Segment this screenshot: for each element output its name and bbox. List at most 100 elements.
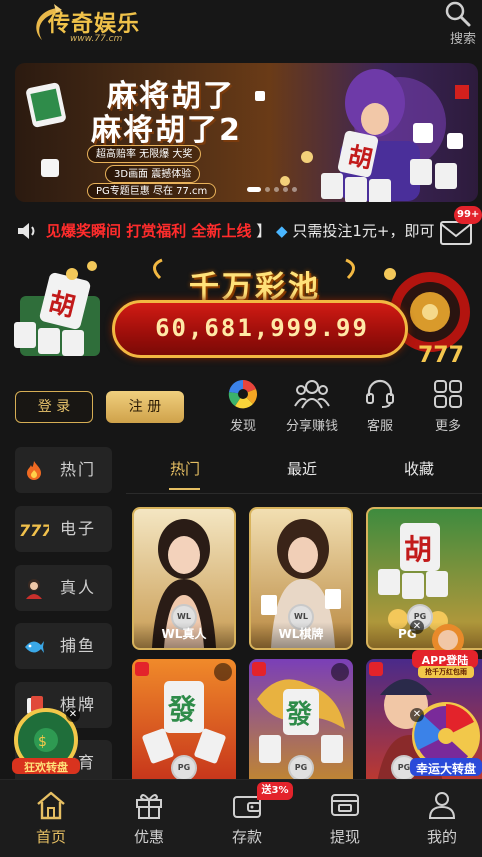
sidebar-item-label: 真人 xyxy=(60,578,97,597)
nav-label: 存款 xyxy=(231,828,262,846)
slot-777-icon: 777 xyxy=(19,521,49,540)
announcement-bracket: 】 xyxy=(256,222,272,240)
jackpot-title: 千万彩池 xyxy=(189,270,321,305)
tab-recent[interactable]: 最近 xyxy=(277,450,327,490)
svg-text:777: 777 xyxy=(19,521,49,540)
game-card[interactable]: 發 PG xyxy=(132,659,236,789)
search-label[interactable]: 搜索 xyxy=(450,28,476,47)
tab-hot[interactable]: 热门 xyxy=(160,450,210,490)
fish-icon xyxy=(25,641,44,653)
withdraw-icon xyxy=(331,794,359,816)
nav-home[interactable]: 首页 xyxy=(16,790,86,850)
deposit-bonus-badge: 送3% xyxy=(257,782,293,800)
mail-badge: 99+ xyxy=(454,206,482,224)
banner-art: 胡 xyxy=(26,69,469,202)
carnival-wheel-widget[interactable]: $ 狂欢转盘 ✕ xyxy=(10,706,82,778)
headset-icon xyxy=(366,379,394,408)
logo-url: www.77.cm xyxy=(70,34,123,44)
quick-link-label: 更多 xyxy=(434,419,461,434)
quick-link-label: 分享赚钱 xyxy=(285,419,338,434)
announcement-body: 只需投注1元+，即可 xyxy=(292,222,435,240)
close-icon[interactable]: ✕ xyxy=(410,620,424,634)
lucky-wheel-widget[interactable]: 幸运大转盘 ✕ xyxy=(408,700,482,778)
lucky-wheel-label: 幸运大转盘 xyxy=(415,762,476,776)
speaker-icon xyxy=(18,223,35,239)
bottom-nav: 首页 优惠 存款 提现 我的 xyxy=(0,779,482,857)
jackpot-value: 60,681,999.99 xyxy=(155,314,369,342)
sidebar-item-fishing[interactable]: 捕鱼 xyxy=(15,623,112,669)
game-card[interactable]: WL WL棋牌 xyxy=(249,507,353,650)
game-card-title: WL真人 xyxy=(134,622,234,648)
quick-link-label: 发现 xyxy=(229,419,256,434)
user-icon xyxy=(428,792,456,819)
game-card[interactable]: WL WL真人 xyxy=(132,507,236,650)
nav-promotions[interactable]: 优惠 xyxy=(114,790,184,850)
announcement-bar[interactable]: 见爆奖瞬间 打赏福利 全新上线 】 ◆ 只需投注1元+，即可 xyxy=(0,212,482,248)
banner-dot[interactable] xyxy=(247,187,261,192)
quick-link-discover[interactable]: 发现 xyxy=(208,378,278,438)
game-card[interactable]: 發 PG xyxy=(249,659,353,789)
nav-label: 优惠 xyxy=(133,828,164,846)
register-button[interactable]: 注 册 xyxy=(106,391,184,423)
banner-title-2: 麻将胡了2 xyxy=(91,113,242,148)
close-icon[interactable]: ✕ xyxy=(410,708,424,722)
jackpot-panel: 胡 777 千万彩池 60,681,999.99 xyxy=(10,256,475,370)
people-icon xyxy=(294,380,330,409)
sidebar-item-label: 热门 xyxy=(60,460,97,479)
grid-icon xyxy=(434,380,462,408)
quick-link-more[interactable]: 更多 xyxy=(413,378,482,438)
app-root: 传奇娱乐 www.77.cm 搜索 胡 麻将胡了 麻将胡了2 超高赔率 无限爆 … xyxy=(0,0,482,857)
close-icon[interactable]: ✕ xyxy=(66,708,80,722)
app-login-label: APP登陆 xyxy=(421,654,469,667)
gift-icon xyxy=(136,794,162,819)
svg-text:777: 777 xyxy=(418,343,464,368)
app-login-widget[interactable]: APP登陆 抢千万红包雨 ✕ xyxy=(410,620,480,680)
announcement-highlight: 见爆奖瞬间 打赏福利 全新上线 xyxy=(46,222,252,240)
nav-label: 我的 xyxy=(426,828,457,846)
nav-profile[interactable]: 我的 xyxy=(407,790,477,850)
quick-link-label: 客服 xyxy=(366,419,393,434)
nav-label: 首页 xyxy=(35,828,66,846)
tab-divider xyxy=(126,493,482,494)
dealer-icon xyxy=(26,579,42,599)
game-card-title: WL棋牌 xyxy=(251,622,351,648)
mail-icon xyxy=(440,221,472,245)
tab-active-indicator xyxy=(169,488,200,490)
banner-tag-2: 3D画面 震撼体验 xyxy=(105,165,201,183)
svg-text:胡: 胡 xyxy=(404,533,432,566)
banner-dot[interactable] xyxy=(283,187,288,192)
carnival-wheel-label: 狂欢转盘 xyxy=(24,761,68,774)
sidebar-item-label: 电子 xyxy=(60,519,97,538)
app-login-sublabel: 抢千万红包雨 xyxy=(425,668,467,676)
logo[interactable]: 传奇娱乐 www.77.cm xyxy=(28,2,188,48)
login-button[interactable]: 登 录 xyxy=(15,391,93,423)
sidebar-item-label: 捕鱼 xyxy=(60,636,97,655)
provider-logo-icon: PG xyxy=(171,755,197,781)
aperture-icon xyxy=(228,379,258,409)
announcement-text: 见爆奖瞬间 打赏福利 全新上线 】 ◆ 只需投注1元+，即可 xyxy=(46,220,438,242)
banner-tag-1: 超高赔率 无限爆 大奖 xyxy=(87,145,202,163)
sidebar-item-live[interactable]: 真人 xyxy=(15,565,112,611)
home-icon xyxy=(37,791,65,820)
banner-dot[interactable] xyxy=(265,187,270,192)
sidebar-item-slots[interactable]: 777 电子 xyxy=(15,506,112,552)
nav-label: 提现 xyxy=(329,828,360,846)
banner-dot[interactable] xyxy=(274,187,279,192)
banner-dot[interactable] xyxy=(292,187,297,192)
quick-link-share[interactable]: 分享赚钱 xyxy=(276,378,348,438)
quick-link-support[interactable]: 客服 xyxy=(345,378,415,438)
svg-text:$: $ xyxy=(38,734,47,750)
banner-tag-3: PG专题巨惠 尽在 77.cm xyxy=(87,183,217,199)
tab-favorites[interactable]: 收藏 xyxy=(394,450,444,490)
banner-pagination[interactable] xyxy=(247,187,307,193)
header: 传奇娱乐 www.77.cm 搜索 xyxy=(0,0,482,50)
sidebar-item-hot[interactable]: 热门 xyxy=(15,447,112,493)
provider-logo-icon: PG xyxy=(288,755,314,781)
svg-text:發: 發 xyxy=(285,700,313,730)
search-icon xyxy=(445,1,471,27)
gem-icon: ◆ xyxy=(276,222,288,240)
promo-banner[interactable]: 胡 麻将胡了 麻将胡了2 超高赔率 无限爆 大奖 3D画面 震撼体验 PG专题巨… xyxy=(15,63,478,202)
nav-withdraw[interactable]: 提现 xyxy=(310,790,380,850)
svg-text:發: 發 xyxy=(167,693,196,726)
fire-icon xyxy=(27,461,41,480)
